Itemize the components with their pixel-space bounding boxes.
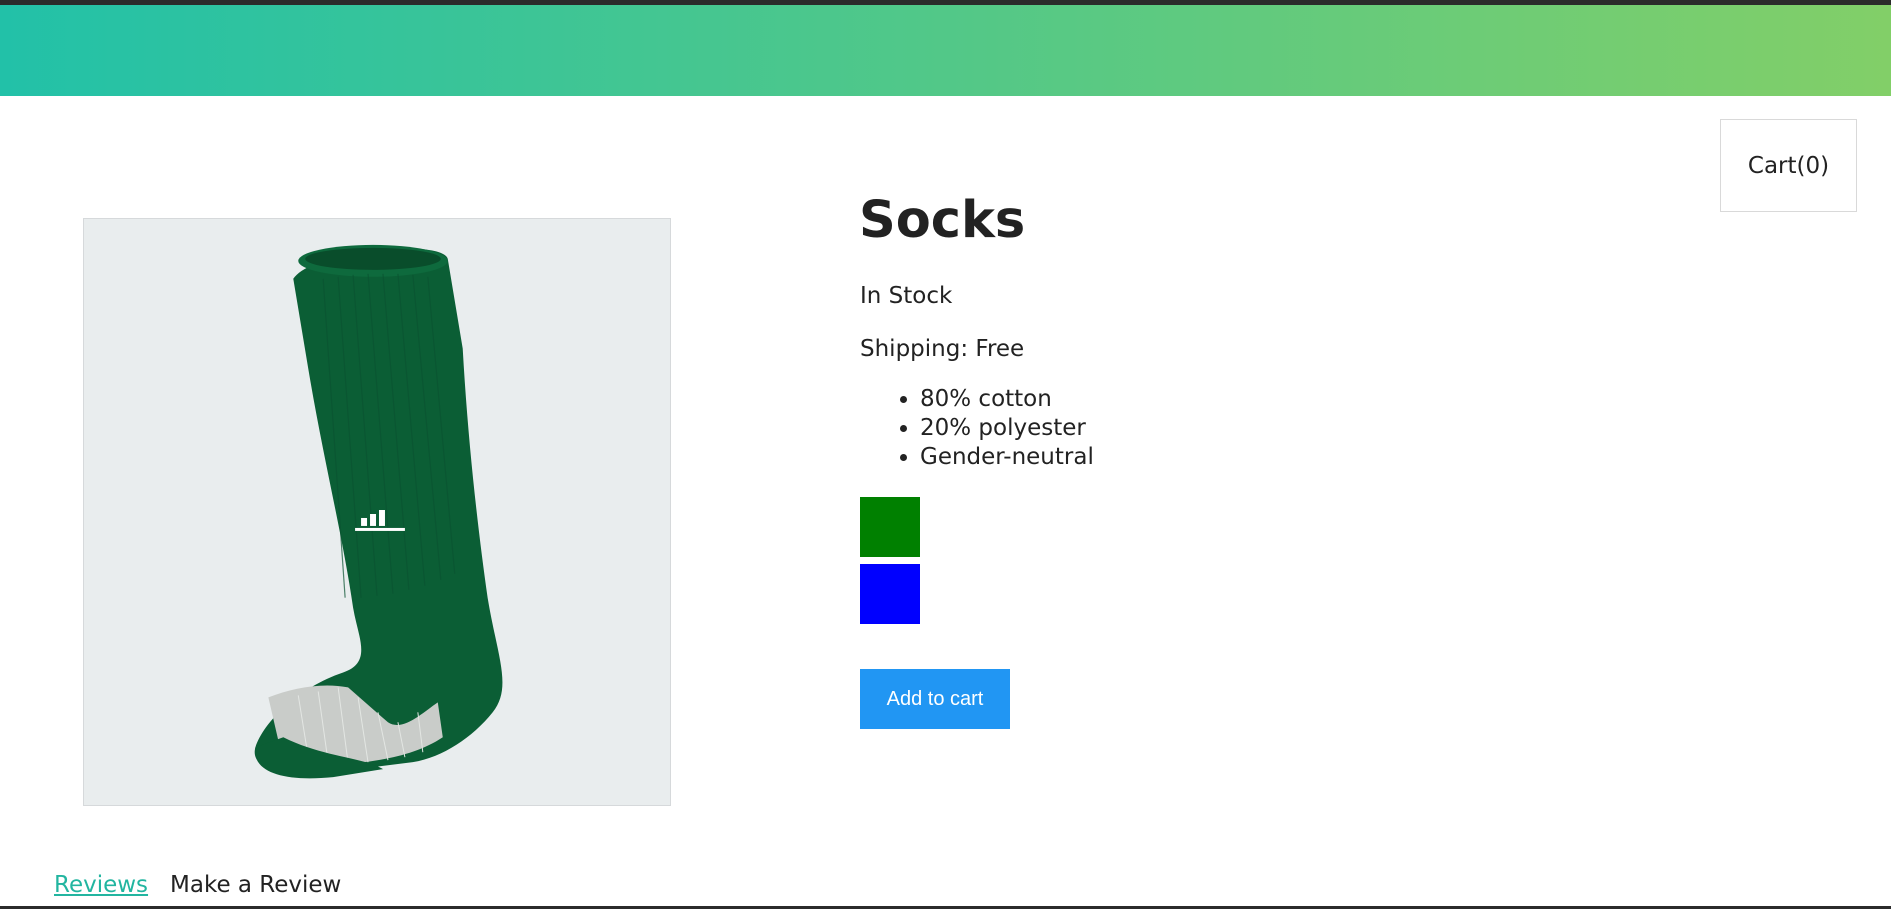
feature-item: 80% cotton <box>920 385 1094 414</box>
add-to-cart-button[interactable]: Add to cart <box>860 669 1010 729</box>
feature-item: Gender-neutral <box>920 443 1094 472</box>
sock-image-icon <box>254 244 503 779</box>
tab-make-review[interactable]: Make a Review <box>170 870 341 900</box>
color-swatch-blue[interactable] <box>860 564 920 624</box>
product-title: Socks <box>859 191 1026 250</box>
feature-list: 80% cotton 20% polyester Gender-neutral <box>860 385 1094 472</box>
color-swatch-green[interactable] <box>860 497 920 557</box>
stock-status: In Stock <box>860 283 953 309</box>
header-banner <box>0 5 1891 96</box>
shipping-info: Shipping: Free <box>860 336 1025 362</box>
feature-item: 20% polyester <box>920 414 1094 443</box>
tab-reviews[interactable]: Reviews <box>54 870 148 900</box>
cart-label: Cart(0) <box>1747 152 1830 179</box>
cart-button[interactable]: Cart(0) <box>1720 119 1857 212</box>
product-image <box>83 218 671 806</box>
